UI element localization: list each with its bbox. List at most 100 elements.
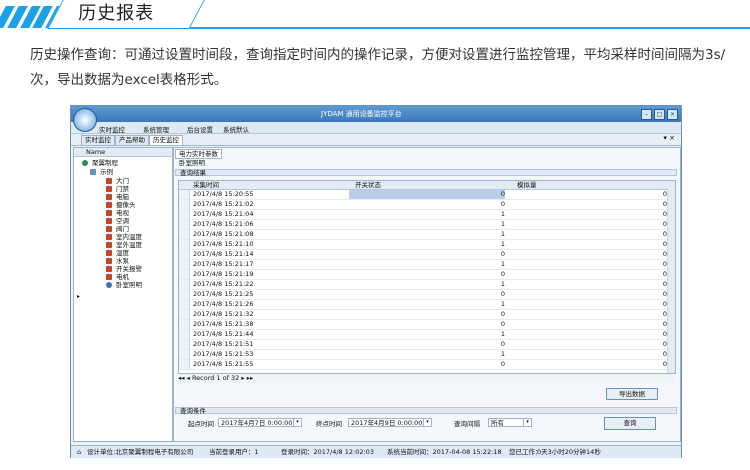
row-selector[interactable] — [179, 230, 190, 239]
row-selector[interactable] — [179, 340, 190, 349]
export-button[interactable]: 导出数据 — [606, 388, 658, 400]
table-cell: 0 — [662, 310, 667, 318]
start-time-field[interactable]: 2017年4月7日 0:00:00 ▾ — [218, 418, 302, 427]
next-record-icon[interactable]: ▸ — [241, 374, 244, 382]
row-selector[interactable] — [179, 220, 190, 229]
table-row[interactable]: 2017/4/8 15:20:55 0 0 — [179, 190, 675, 200]
row-selector[interactable] — [179, 330, 190, 339]
row-selector[interactable] — [179, 310, 190, 319]
row-selector[interactable] — [179, 300, 190, 309]
table-cell: 0 — [662, 340, 667, 348]
tree-item[interactable]: 大门 — [106, 177, 129, 185]
row-selector[interactable] — [179, 290, 190, 299]
menu-item-default[interactable]: 系统默认 — [223, 124, 249, 134]
column-switch[interactable]: 开关状态 — [355, 181, 381, 189]
table-row[interactable]: 2017/4/8 15:21:38 0 0 — [179, 320, 675, 330]
last-record-icon[interactable]: ▸▸ — [247, 374, 254, 382]
row-selector[interactable] — [179, 200, 190, 209]
device-icon — [106, 258, 112, 264]
calendar-icon[interactable]: ▾ — [423, 419, 431, 426]
table-row[interactable]: 2017/4/8 15:21:19 0 0 — [179, 270, 675, 280]
row-selector[interactable] — [179, 360, 190, 369]
tab-realtime[interactable]: 实时监控 — [81, 135, 115, 145]
row-selector[interactable] — [179, 280, 190, 289]
table-row[interactable]: 2017/4/8 15:21:32 0 0 — [179, 310, 675, 320]
panel-tab[interactable]: 电力实时参数 — [175, 149, 222, 159]
tree-child[interactable]: 示例 — [90, 168, 113, 176]
table-cell: 2017/4/8 15:21:44 — [193, 330, 254, 338]
tree-item[interactable]: 室内温度 — [106, 233, 142, 241]
table-row[interactable]: 2017/4/8 15:21:02 0 0 — [179, 200, 675, 210]
table-cell: 0 — [500, 360, 505, 368]
table-row[interactable]: 2017/4/8 15:21:06 1 0 — [179, 220, 675, 230]
row-selector[interactable] — [179, 190, 190, 199]
query-button[interactable]: 查询 — [604, 417, 656, 430]
table-row[interactable]: 2017/4/8 15:21:25 0 0 — [179, 290, 675, 300]
tab-help[interactable]: 产品帮助 — [115, 135, 149, 145]
interval-select[interactable]: 所有 ▾ — [488, 418, 532, 427]
record-navigator: ◂◂ ◂ Record 1 of 32 ▸ ▸▸ — [178, 374, 674, 383]
maximize-icon[interactable]: □ — [654, 109, 665, 120]
table-cell: 0 — [500, 310, 505, 318]
tree-item[interactable]: 开关报警 — [106, 265, 142, 273]
folder-icon — [90, 169, 96, 175]
table-row[interactable]: 2017/4/8 15:21:10 1 0 — [179, 240, 675, 250]
tree-item[interactable]: 摄像头 — [106, 201, 136, 209]
row-selector[interactable] — [179, 270, 190, 279]
chevron-down-icon[interactable]: ▾ — [523, 419, 531, 426]
tree-item[interactable]: 阀门 — [106, 225, 129, 233]
tree-item[interactable]: 电视 — [106, 209, 129, 217]
table-row[interactable]: 2017/4/8 15:21:44 1 0 — [179, 330, 675, 340]
close-icon[interactable]: × — [667, 109, 678, 120]
table-row[interactable]: 2017/4/8 15:21:08 1 0 — [179, 230, 675, 240]
table-cell: 0 — [662, 270, 667, 278]
tab-history[interactable]: 历史监控 — [149, 135, 183, 145]
device-icon — [106, 210, 112, 216]
table-row[interactable]: 2017/4/8 15:21:14 0 0 — [179, 250, 675, 260]
minimize-icon[interactable]: – — [641, 109, 652, 120]
tree-item[interactable]: 电机 — [106, 273, 129, 281]
table-cell: 0 — [662, 330, 667, 338]
calendar-icon[interactable]: ▾ — [293, 419, 301, 426]
table-row[interactable]: 2017/4/8 15:21:55 0 0 — [179, 360, 675, 370]
table-row[interactable]: 2017/4/8 15:21:17 1 0 — [179, 260, 675, 270]
table-row[interactable]: 2017/4/8 15:21:22 1 0 — [179, 280, 675, 290]
row-selector[interactable] — [179, 210, 190, 219]
tab-close-icon[interactable]: ▾ × — [663, 134, 675, 142]
table-cell: 1 — [500, 240, 505, 248]
table-cell: 2017/4/8 15:21:19 — [193, 270, 254, 278]
window-titlebar[interactable]: JYDAM 通用设备监控平台 – □ × — [71, 106, 681, 122]
column-analog[interactable]: 模拟量 — [517, 181, 537, 189]
row-selector[interactable] — [179, 320, 190, 329]
row-selector[interactable] — [179, 240, 190, 249]
interval-label: 查询间隔 — [454, 420, 480, 428]
row-selector[interactable] — [179, 260, 190, 269]
tree-item[interactable]: 湿度 — [106, 249, 129, 257]
tree-item[interactable]: 空调 — [106, 217, 129, 225]
tree-item[interactable]: 门禁 — [106, 185, 129, 193]
table-row[interactable]: 2017/4/8 15:21:26 1 0 — [179, 300, 675, 310]
tree-item-selected[interactable]: 卧室照明 — [106, 281, 142, 289]
first-record-icon[interactable]: ◂◂ — [178, 374, 185, 382]
menu-item-realtime[interactable]: 实时监控 — [99, 124, 125, 134]
tree-item[interactable]: 电脑 — [106, 193, 129, 201]
table-cell: 0 — [500, 290, 505, 298]
tree-root[interactable]: 聚翼制程 — [82, 159, 118, 167]
column-time[interactable]: 采集时间 — [193, 181, 219, 189]
tree-item[interactable]: 水泵 — [106, 257, 129, 265]
device-icon — [106, 226, 112, 232]
row-selector[interactable] — [179, 350, 190, 359]
end-time-field[interactable]: 2017年4月9日 0:00:00 ▾ — [348, 418, 432, 427]
tree-item[interactable]: 室外温度 — [106, 241, 142, 249]
table-cell: 0 — [662, 290, 667, 298]
table-row[interactable]: 2017/4/8 15:21:04 1 0 — [179, 210, 675, 220]
prev-record-icon[interactable]: ◂ — [187, 374, 190, 382]
table-row[interactable]: 2017/4/8 15:21:53 1 0 — [179, 350, 675, 360]
table-row[interactable]: 2017/4/8 15:21:51 0 0 — [179, 340, 675, 350]
table-cell: 0 — [662, 210, 667, 218]
menu-item-system[interactable]: 系统管理 — [143, 124, 169, 134]
menu-item-backend[interactable]: 后台设置 — [187, 124, 213, 134]
table-cell: 0 — [500, 250, 505, 258]
grid-scrollbar[interactable] — [667, 189, 675, 373]
row-selector[interactable] — [179, 250, 190, 259]
